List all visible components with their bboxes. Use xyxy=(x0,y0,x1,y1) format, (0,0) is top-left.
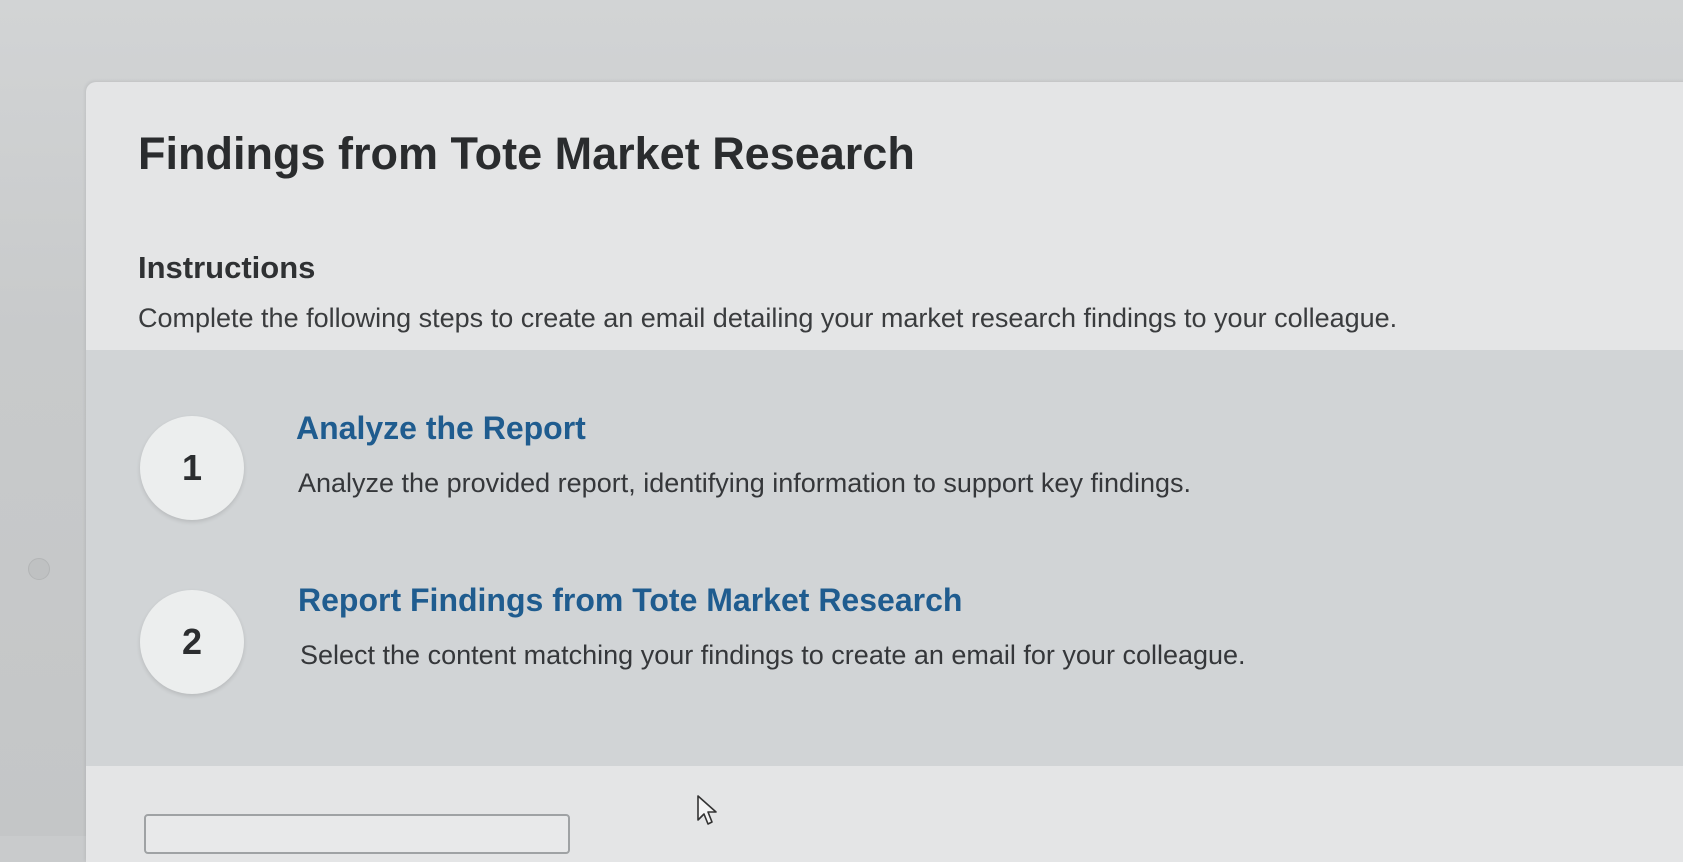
side-indicator-dot[interactable] xyxy=(28,558,50,580)
start-button[interactable] xyxy=(144,814,570,854)
step-1-number-badge: 1 xyxy=(140,416,244,520)
step-2-title[interactable]: Report Findings from Tote Market Researc… xyxy=(298,582,962,619)
step-1-description: Analyze the provided report, identifying… xyxy=(298,468,1192,498)
instructions-text: Complete the following steps to create a… xyxy=(138,303,1398,333)
step-2-description: Select the content matching your finding… xyxy=(300,640,1246,670)
instructions-heading: Instructions xyxy=(138,250,316,285)
step-1-title[interactable]: Analyze the Report xyxy=(296,410,586,447)
step-2-number-badge: 2 xyxy=(140,590,244,694)
mouse-pointer-icon xyxy=(697,795,717,825)
page-title: Findings from Tote Market Research xyxy=(138,128,915,179)
